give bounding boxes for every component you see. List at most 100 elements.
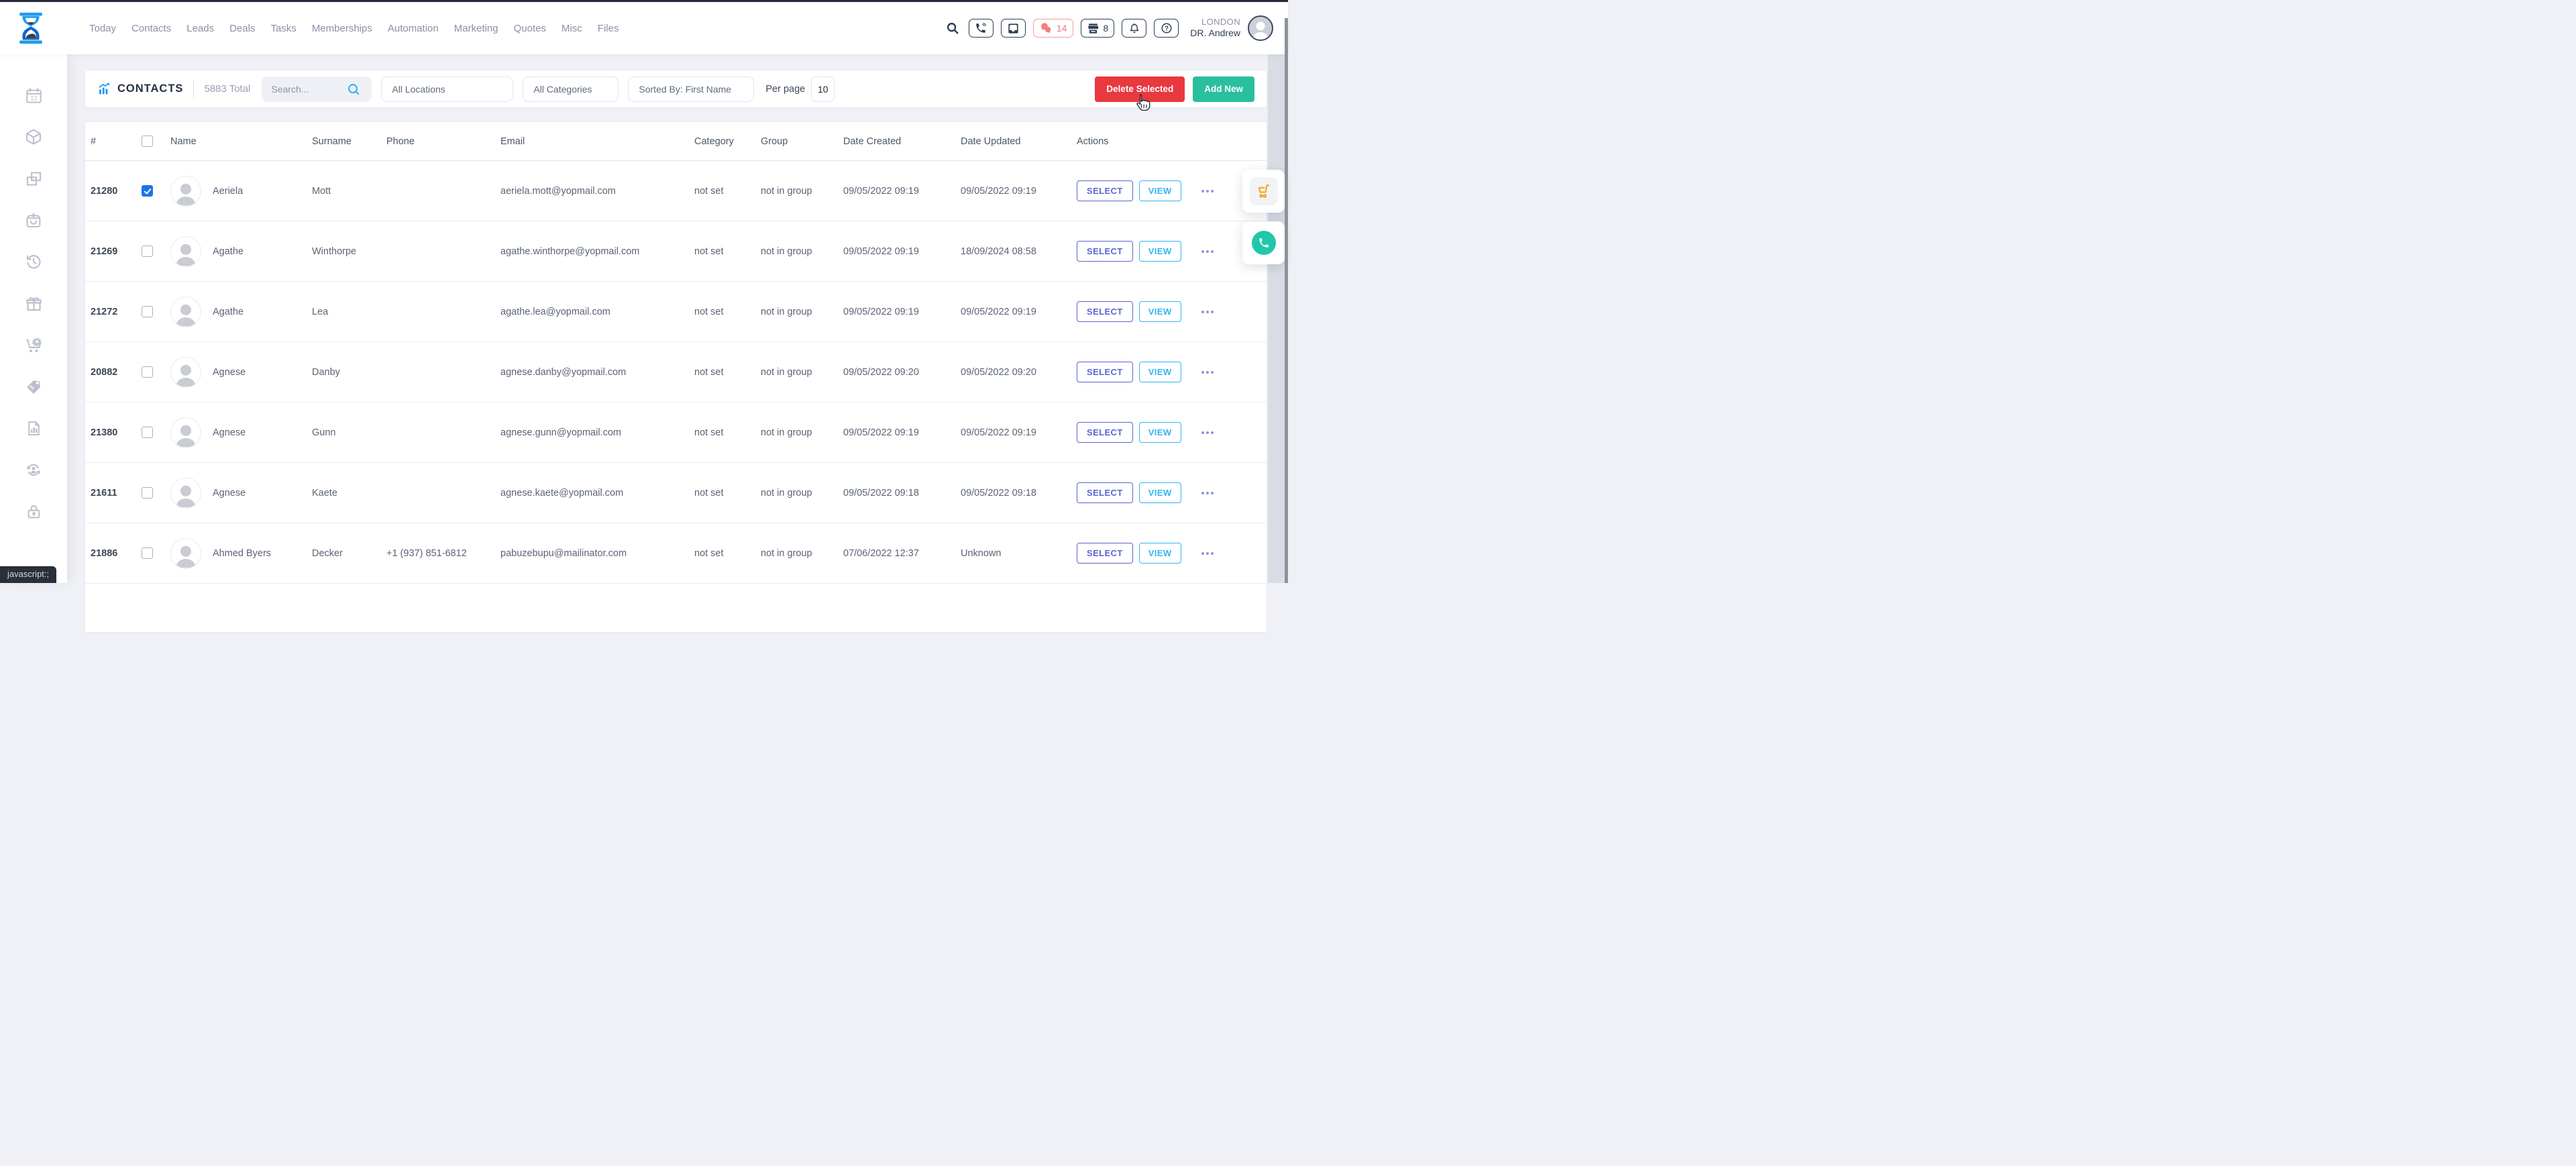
nav-memberships[interactable]: Memberships bbox=[312, 23, 372, 34]
contact-name[interactable]: Ahmed Byers bbox=[213, 548, 271, 559]
nav-deals[interactable]: Deals bbox=[229, 23, 255, 34]
phone-button[interactable] bbox=[969, 19, 994, 38]
categories-filter[interactable]: All Categories bbox=[523, 76, 619, 102]
select-button[interactable]: SELECT bbox=[1077, 301, 1133, 322]
search-input[interactable] bbox=[271, 84, 346, 95]
row-checkbox[interactable] bbox=[142, 427, 153, 438]
table-row: 21272 Agathe Lea agathe.lea@yopmail.com … bbox=[85, 282, 1267, 342]
row-checkbox[interactable] bbox=[142, 246, 153, 257]
more-actions-button[interactable] bbox=[1201, 189, 1214, 193]
bag-import-icon[interactable] bbox=[24, 211, 43, 229]
contact-avatar[interactable] bbox=[170, 236, 201, 267]
contact-avatar[interactable] bbox=[170, 417, 201, 448]
select-button[interactable]: SELECT bbox=[1077, 241, 1133, 262]
row-checkbox[interactable] bbox=[142, 366, 153, 378]
history-icon[interactable] bbox=[24, 252, 43, 271]
gift-icon[interactable] bbox=[24, 294, 43, 313]
contact-avatar[interactable] bbox=[170, 297, 201, 327]
avatar-silhouette-icon bbox=[172, 481, 200, 508]
user-sync-icon[interactable] bbox=[24, 460, 43, 479]
view-button[interactable]: VIEW bbox=[1139, 180, 1181, 201]
lock-icon[interactable] bbox=[24, 502, 43, 521]
view-button[interactable]: VIEW bbox=[1139, 422, 1181, 443]
more-actions-button[interactable] bbox=[1201, 370, 1214, 374]
select-button[interactable]: SELECT bbox=[1077, 180, 1133, 201]
cart-widget-button[interactable] bbox=[1250, 177, 1278, 205]
search-icon[interactable] bbox=[944, 19, 961, 37]
col-date-created: Date Created bbox=[843, 136, 961, 147]
select-all-checkbox[interactable] bbox=[142, 136, 153, 147]
cart-settings-icon[interactable] bbox=[24, 335, 43, 354]
nav-tasks[interactable]: Tasks bbox=[270, 23, 296, 34]
contact-group: not in group bbox=[761, 488, 843, 498]
row-checkbox[interactable] bbox=[142, 185, 153, 197]
view-button[interactable]: VIEW bbox=[1139, 482, 1181, 503]
nav-leads[interactable]: Leads bbox=[186, 23, 214, 34]
select-button[interactable]: SELECT bbox=[1077, 362, 1133, 382]
view-button[interactable]: VIEW bbox=[1139, 362, 1181, 382]
view-button[interactable]: VIEW bbox=[1139, 301, 1181, 322]
col-category: Category bbox=[694, 136, 761, 147]
more-actions-button[interactable] bbox=[1201, 491, 1214, 495]
nav-contacts[interactable]: Contacts bbox=[131, 23, 171, 34]
delete-selected-button[interactable]: Delete Selected bbox=[1095, 76, 1185, 102]
more-actions-button[interactable] bbox=[1201, 310, 1214, 314]
package-icon[interactable] bbox=[24, 127, 43, 146]
more-actions-button[interactable] bbox=[1201, 431, 1214, 435]
user-info[interactable]: LONDON DR. Andrew bbox=[1190, 17, 1240, 40]
contact-name[interactable]: Agathe bbox=[213, 246, 244, 257]
contact-name[interactable]: Aeriela bbox=[213, 186, 243, 197]
scrollbar[interactable] bbox=[1285, 18, 1288, 583]
more-actions-button[interactable] bbox=[1201, 551, 1214, 555]
select-button[interactable]: SELECT bbox=[1077, 543, 1133, 564]
contact-surname: Danby bbox=[312, 367, 386, 378]
copy-icon[interactable] bbox=[24, 169, 43, 188]
view-button[interactable]: VIEW bbox=[1139, 241, 1181, 262]
select-button[interactable]: SELECT bbox=[1077, 482, 1133, 503]
sidebar: 12 bbox=[0, 54, 67, 583]
select-button[interactable]: SELECT bbox=[1077, 422, 1133, 443]
contact-group: not in group bbox=[761, 186, 843, 197]
contact-avatar[interactable] bbox=[170, 478, 201, 509]
store-button[interactable]: 8 bbox=[1081, 19, 1115, 38]
add-new-button[interactable]: Add New bbox=[1193, 76, 1254, 102]
col-email: Email bbox=[500, 136, 694, 147]
contact-date-updated: 09/05/2022 09:20 bbox=[961, 367, 1077, 378]
avatar-silhouette-icon bbox=[172, 360, 200, 387]
chat-button[interactable]: 14 bbox=[1033, 19, 1073, 38]
report-icon[interactable] bbox=[24, 419, 43, 437]
nav-automation[interactable]: Automation bbox=[388, 23, 439, 34]
nav-misc[interactable]: Misc bbox=[561, 23, 582, 34]
per-page-value[interactable]: 10 bbox=[811, 76, 835, 102]
sort-filter[interactable]: Sorted By: First Name bbox=[628, 76, 754, 102]
contact-avatar[interactable] bbox=[170, 176, 201, 207]
view-button[interactable]: VIEW bbox=[1139, 543, 1181, 564]
contacts-toolbar: CONTACTS 5883 Total All Locations All Ca… bbox=[85, 70, 1267, 107]
contact-name[interactable]: Agnese bbox=[213, 488, 246, 498]
help-button[interactable]: ? bbox=[1154, 19, 1179, 38]
user-avatar[interactable] bbox=[1248, 15, 1273, 41]
notifications-button[interactable] bbox=[1122, 19, 1146, 38]
contact-name[interactable]: Agnese bbox=[213, 427, 246, 438]
contact-email: agathe.winthorpe@yopmail.com bbox=[500, 246, 694, 257]
search-submit-icon[interactable] bbox=[346, 82, 361, 97]
more-actions-button[interactable] bbox=[1201, 250, 1214, 254]
nav-quotes[interactable]: Quotes bbox=[514, 23, 546, 34]
locations-filter[interactable]: All Locations bbox=[381, 76, 513, 102]
call-widget-button[interactable] bbox=[1252, 231, 1276, 255]
contact-name[interactable]: Agathe bbox=[213, 307, 244, 317]
contact-avatar[interactable] bbox=[170, 538, 201, 569]
col-group: Group bbox=[761, 136, 843, 147]
price-tag-icon[interactable]: $ bbox=[24, 377, 43, 396]
row-checkbox[interactable] bbox=[142, 547, 153, 559]
app-logo[interactable] bbox=[17, 9, 46, 47]
nav-marketing[interactable]: Marketing bbox=[454, 23, 498, 34]
inbox-button[interactable] bbox=[1001, 19, 1026, 38]
nav-files[interactable]: Files bbox=[598, 23, 619, 34]
nav-today[interactable]: Today bbox=[89, 23, 116, 34]
contact-name[interactable]: Agnese bbox=[213, 367, 246, 378]
contact-avatar[interactable] bbox=[170, 357, 201, 388]
calendar-icon[interactable]: 12 bbox=[24, 86, 43, 105]
row-checkbox[interactable] bbox=[142, 306, 153, 317]
row-checkbox[interactable] bbox=[142, 487, 153, 498]
